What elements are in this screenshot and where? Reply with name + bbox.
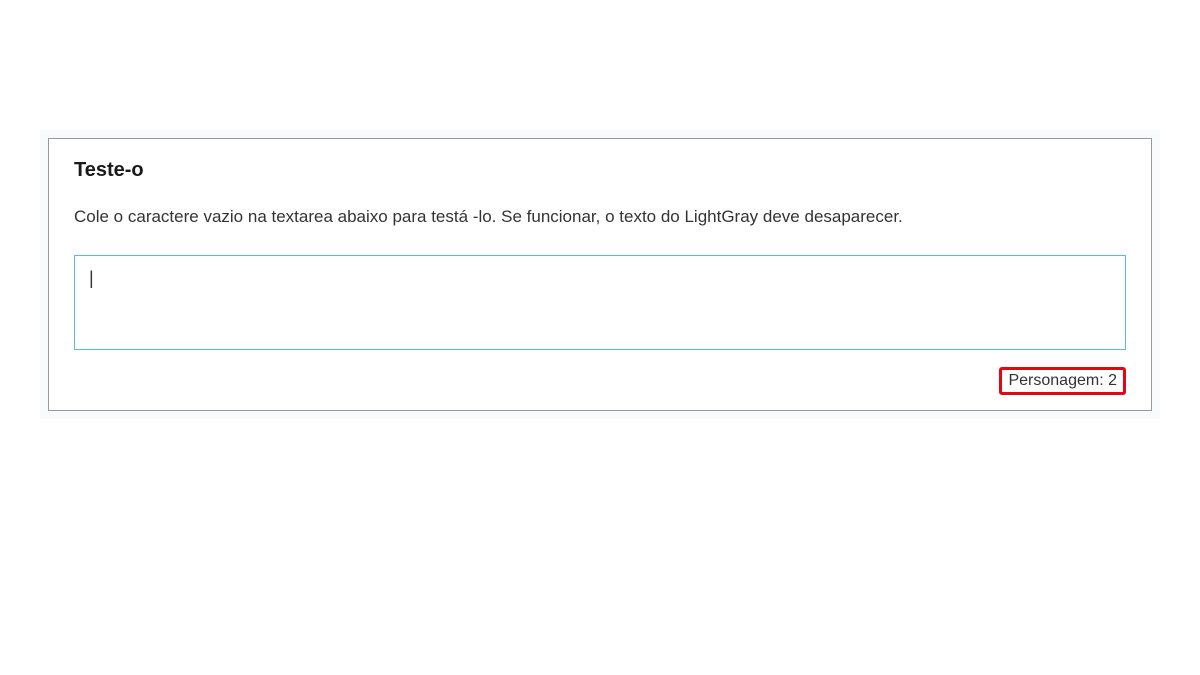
test-textarea[interactable] <box>74 255 1126 350</box>
card-description: Cole o caractere vazio na textarea abaix… <box>74 204 1126 230</box>
counter-label: Personagem: <box>1008 372 1108 389</box>
card-title: Teste-o <box>74 159 1126 182</box>
counter-value: 2 <box>1108 372 1117 389</box>
character-counter: Personagem: 2 <box>999 367 1126 395</box>
outer-wrap: Teste-o Cole o caractere vazio na textar… <box>40 130 1160 419</box>
counter-row: Personagem: 2 <box>74 367 1126 395</box>
test-card: Teste-o Cole o caractere vazio na textar… <box>48 138 1152 411</box>
